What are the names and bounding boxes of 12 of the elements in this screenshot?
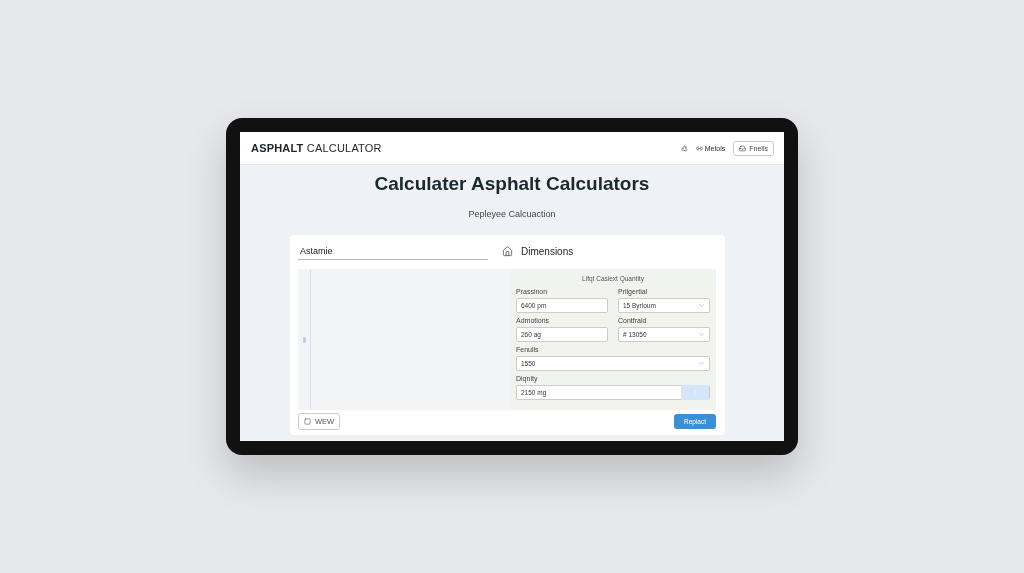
stepper-button[interactable] <box>681 385 709 400</box>
resize-handle[interactable] <box>302 336 306 343</box>
section-title: Dimensions <box>521 246 574 257</box>
app-logo: ASPHALT CALCULATOR <box>251 142 383 154</box>
chevron-down-icon <box>698 331 705 338</box>
link-icon <box>695 144 703 152</box>
chevron-down-icon <box>698 360 705 367</box>
name-field[interactable]: Astamie <box>298 243 488 260</box>
chevron-down-icon <box>698 302 705 309</box>
home-icon <box>502 246 513 257</box>
page-subtitle: Pepleyee Calcuaction <box>467 209 557 219</box>
page-title: Calculater Asphalt Calculators <box>373 173 651 195</box>
